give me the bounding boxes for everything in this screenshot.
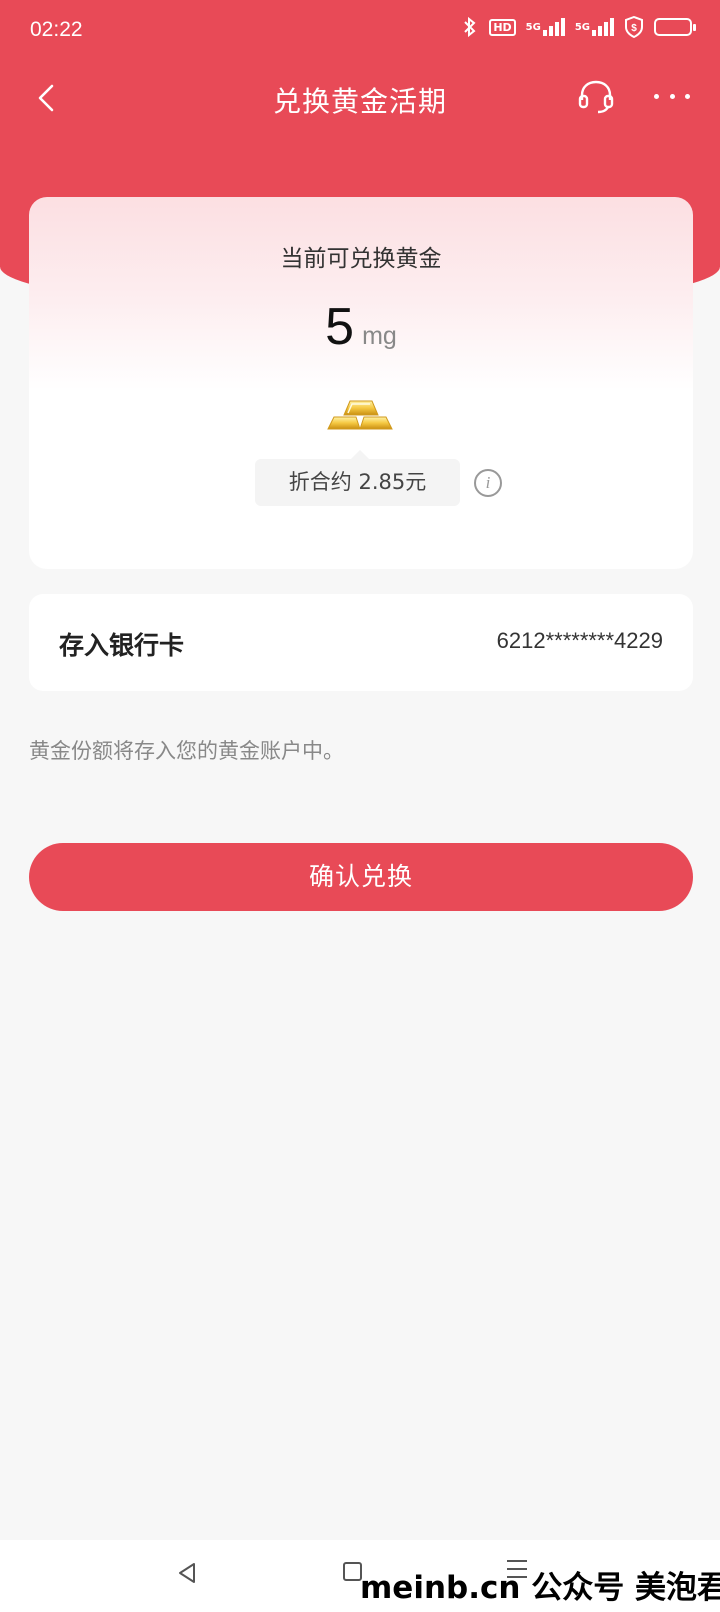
gold-amount-unit: mg	[362, 322, 397, 350]
more-dots-icon	[685, 93, 690, 99]
svg-text:$: $	[631, 23, 637, 34]
info-icon[interactable]: i	[474, 469, 502, 497]
triangle-back-icon	[179, 1563, 195, 1583]
hd-icon: HD	[489, 18, 516, 36]
shield-icon: $	[624, 16, 644, 38]
headset-icon	[578, 80, 614, 114]
deposit-note: 黄金份额将存入您的黄金账户中。	[29, 739, 344, 763]
status-icons: HD 5G 5G $	[461, 16, 696, 38]
signal-5g-label: 5G	[574, 21, 590, 33]
more-dots-icon	[669, 93, 675, 99]
signal-5g-label: 5G	[525, 21, 541, 33]
more-button[interactable]	[648, 74, 696, 118]
gold-amount: 5 mg	[29, 297, 693, 357]
nav-back-button[interactable]	[174, 1560, 200, 1586]
bank-card-number: 6212********4229	[496, 628, 663, 653]
more-dots-icon	[654, 93, 659, 99]
status-time: 02:22	[30, 18, 83, 41]
bank-card-row[interactable]: 存入银行卡 6212********4229	[29, 594, 693, 691]
gold-bars-icon	[326, 393, 396, 435]
watermark-text: meinb.cn 公众号 美泡君	[360, 1570, 720, 1606]
battery-icon	[654, 18, 696, 36]
confirm-exchange-button[interactable]: 确认兑换	[29, 843, 693, 911]
signal-5g-icon: 5G	[526, 18, 565, 36]
bluetooth-icon	[461, 16, 479, 38]
status-bar: 02:22 HD 5G 5G $	[0, 0, 720, 62]
equivalent-value: 折合约 2.85元	[255, 450, 460, 506]
gold-amount-value: 5	[325, 298, 355, 356]
customer-service-button[interactable]	[574, 74, 618, 118]
bank-card-label: 存入银行卡	[59, 631, 185, 660]
nav-bar: 兑换黄金活期	[0, 62, 720, 138]
signal-5g-icon: 5G	[575, 18, 614, 36]
card-label: 当前可兑换黄金	[280, 246, 442, 272]
gold-exchange-card: 当前可兑换黄金 5 mg 折合约 2.85元 i	[29, 197, 693, 569]
